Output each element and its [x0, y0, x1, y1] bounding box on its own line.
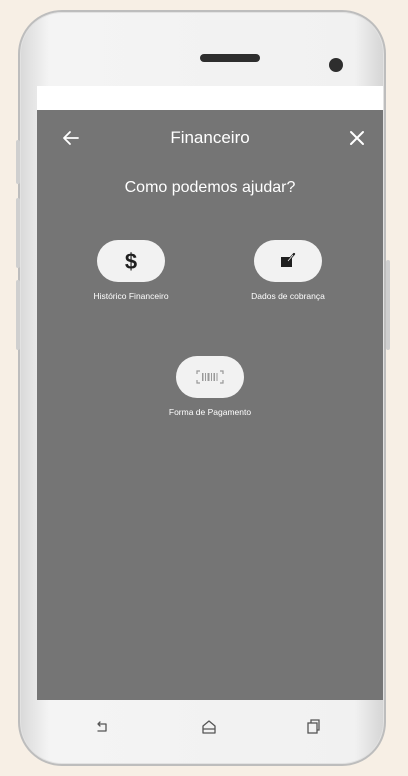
edit-note-icon	[281, 252, 296, 267]
financeiro-screen: Financeiro Como podemos ajudar? $ Histór…	[37, 110, 383, 700]
close-icon	[350, 131, 364, 145]
dados-cobranca-button[interactable]: Dados de cobrança	[222, 240, 354, 302]
dados-cobranca-pill[interactable]	[254, 240, 322, 282]
nav-back-button[interactable]	[93, 717, 113, 737]
back-button[interactable]	[59, 126, 83, 150]
dados-cobranca-label: Dados de cobrança	[251, 291, 325, 301]
side-button-right	[386, 260, 390, 350]
status-bar	[37, 86, 383, 110]
nav-back-icon	[97, 721, 107, 732]
device-screen: Financeiro Como podemos ajudar? $ Histór…	[37, 86, 383, 700]
close-button[interactable]	[345, 126, 369, 150]
nav-recents-button[interactable]	[303, 717, 323, 737]
forma-pagamento-label: Forma de Pagamento	[168, 407, 252, 417]
historico-financeiro-pill[interactable]: $	[97, 240, 165, 282]
earpiece-speaker	[200, 54, 260, 62]
forma-pagamento-pill[interactable]	[176, 356, 244, 398]
front-camera	[329, 58, 343, 72]
arrow-left-icon	[63, 131, 79, 145]
historico-financeiro-button[interactable]: $ Histórico Financeiro	[65, 240, 197, 302]
forma-pagamento-button[interactable]: Forma de Pagamento	[144, 356, 276, 418]
help-question: Como podemos ajudar?	[124, 179, 296, 196]
barcode-icon	[196, 370, 224, 384]
page-title: Financeiro	[170, 128, 250, 147]
android-nav-bar	[37, 700, 383, 754]
top-bar: Financeiro	[37, 110, 383, 166]
side-button-left-top	[16, 140, 20, 184]
dollar-icon: $	[125, 249, 137, 273]
svg-text:$: $	[125, 249, 137, 273]
nav-home-icon	[202, 720, 216, 734]
nav-home-button[interactable]	[199, 717, 219, 737]
side-button-left-bottom	[16, 280, 20, 350]
nav-recents-icon	[307, 719, 320, 734]
side-button-left-middle	[16, 198, 20, 268]
historico-financeiro-label: Histórico Financeiro	[93, 291, 169, 301]
